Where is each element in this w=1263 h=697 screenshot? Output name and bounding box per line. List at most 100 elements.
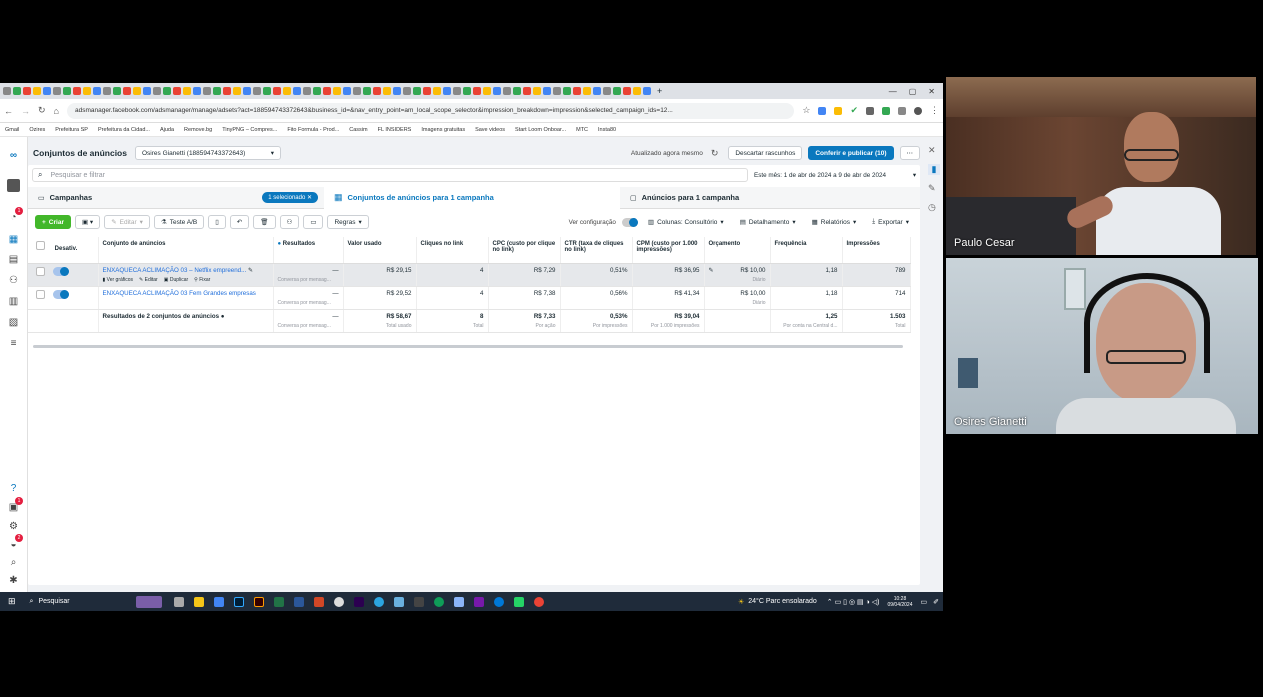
tab-icon[interactable] xyxy=(423,87,431,95)
bookmark-folder[interactable]: Save videos xyxy=(475,127,505,133)
adset-name-link[interactable]: ENXAQUECA ACLIMAÇÃO 03 Fem Grandes empre… xyxy=(103,290,256,297)
tab-icon[interactable] xyxy=(343,87,351,95)
tab-icon[interactable] xyxy=(403,87,411,95)
tab-icon[interactable] xyxy=(253,87,261,95)
task-view-icon[interactable] xyxy=(173,596,184,607)
bookmark[interactable]: Fito Formula - Prod... xyxy=(287,127,339,133)
column-header[interactable]: CPM (custo por 1.000 impressões) xyxy=(632,237,705,264)
column-header[interactable]: Impressões xyxy=(842,237,911,264)
pencil-icon[interactable]: ✎ xyxy=(709,267,714,274)
home-icon[interactable]: ⌂ xyxy=(54,106,59,116)
new-tab-icon[interactable]: + xyxy=(657,86,662,96)
illustrator-icon[interactable] xyxy=(253,596,264,607)
check-extension-icon[interactable]: ✔ xyxy=(850,105,858,116)
tab-icon[interactable] xyxy=(263,87,271,95)
excel-icon[interactable] xyxy=(273,596,284,607)
notification-center-icon[interactable]: ▭ xyxy=(921,598,928,606)
duplicate-dropdown[interactable]: ▣ ▾ xyxy=(74,215,101,229)
tab-icon[interactable] xyxy=(453,87,461,95)
tab-icon[interactable] xyxy=(503,87,511,95)
tab-icon[interactable] xyxy=(83,87,91,95)
tab-icon[interactable] xyxy=(233,87,241,95)
powerpoint-icon[interactable] xyxy=(313,596,324,607)
extension-icon[interactable] xyxy=(882,106,890,115)
tab-ads[interactable]: ▢ Anúncios para 1 campanha xyxy=(620,187,920,209)
pages-icon[interactable]: ▤ xyxy=(7,253,20,266)
account-selector[interactable]: Osires Gianetti (188594743372643) ▾ xyxy=(134,146,281,160)
bookmark[interactable]: Gmail xyxy=(5,127,19,133)
tab-icon[interactable] xyxy=(553,87,561,95)
browser-tab-strip[interactable]: + — ▢ ✕ xyxy=(0,83,943,99)
tab-icon[interactable] xyxy=(163,87,171,95)
discard-drafts-button[interactable]: Descartar rascunhos xyxy=(728,146,803,160)
tab-icon[interactable] xyxy=(603,87,611,95)
bookmark[interactable]: Remove.bg xyxy=(184,127,212,133)
tab-icon[interactable] xyxy=(523,87,531,95)
tab-icon[interactable] xyxy=(353,87,361,95)
app-icon[interactable] xyxy=(333,596,344,607)
adset-toggle[interactable] xyxy=(53,266,69,276)
notifications-icon[interactable]: ▣ 1 xyxy=(7,497,23,514)
tab-icon[interactable] xyxy=(223,87,231,95)
edit-link[interactable]: ✎ Editar xyxy=(139,277,158,283)
windows-start-icon[interactable]: ⊞ xyxy=(8,596,16,607)
column-header[interactable]: Desativ. xyxy=(28,237,99,264)
bookmark[interactable]: Start Loom Onboar... xyxy=(515,127,566,133)
tab-icon[interactable] xyxy=(643,87,651,95)
premiere-icon[interactable] xyxy=(353,596,364,607)
help-icon[interactable]: ? xyxy=(7,482,20,495)
column-header[interactable]: Orçamento xyxy=(704,237,771,264)
tab-icon[interactable] xyxy=(63,87,71,95)
tab-icon[interactable] xyxy=(3,87,11,95)
tab-icon[interactable] xyxy=(143,87,151,95)
tab-icon[interactable] xyxy=(393,87,401,95)
tab-icon[interactable] xyxy=(483,87,491,95)
star-icon[interactable]: ☆ xyxy=(802,105,810,116)
bookmark[interactable]: Prefeitura da Cidad... xyxy=(98,127,150,133)
file-explorer-icon[interactable] xyxy=(193,596,204,607)
word-icon[interactable] xyxy=(293,596,304,607)
system-tray-icons[interactable]: ⌃ ▭ ▯ ◎ ▤ ◑ ◁) xyxy=(827,598,880,606)
chart-icon[interactable]: ▮ xyxy=(928,164,940,175)
search-icon[interactable]: ⌕ xyxy=(7,556,20,569)
bookmark[interactable]: Prefeitura SP xyxy=(55,127,88,133)
tab-icon[interactable] xyxy=(533,87,541,95)
tab-icon[interactable] xyxy=(593,87,601,95)
tab-icon[interactable] xyxy=(323,87,331,95)
weather-widget[interactable]: ☀ 24°C Parc ensolarado xyxy=(738,598,817,606)
bookmark-folder[interactable]: Cassim xyxy=(349,127,367,133)
column-header[interactable]: CTR (taxa de cliques no link) xyxy=(560,237,633,264)
more-options-icon[interactable]: ⋯ xyxy=(899,146,920,160)
bookmark-folder[interactable]: Imagens gratuitas xyxy=(421,127,465,133)
rules-dropdown[interactable]: Regras ▾ xyxy=(327,215,369,229)
tab-icon[interactable] xyxy=(243,87,251,95)
alerts-icon[interactable]: ◔ 1 xyxy=(7,207,23,224)
tab-icon[interactable] xyxy=(93,87,101,95)
tab-icon[interactable] xyxy=(433,87,441,95)
maximize-icon[interactable]: ▢ xyxy=(909,87,917,96)
table-row[interactable]: ENXAQUECA ACLIMAÇÃO 03 – Netflix empreen… xyxy=(28,263,911,287)
ab-test-button[interactable]: ⚗ Teste A/B xyxy=(153,215,205,229)
tab-icon[interactable] xyxy=(293,87,301,95)
telegram-icon[interactable] xyxy=(373,596,384,607)
row-checkbox[interactable] xyxy=(36,266,45,276)
columns-dropdown[interactable]: ▥ Colunas: Consultório ▾ xyxy=(642,215,730,229)
info-icon[interactable]: ● xyxy=(221,313,225,320)
app-icon[interactable] xyxy=(433,596,444,607)
bookmark[interactable]: Ajuda xyxy=(160,127,174,133)
horizontal-scrollbar[interactable] xyxy=(33,345,903,348)
review-publish-button[interactable]: Conferir e publicar (10) xyxy=(808,146,894,160)
row-checkbox[interactable] xyxy=(36,289,45,299)
tab-icon[interactable] xyxy=(413,87,421,95)
tab-icon[interactable] xyxy=(303,87,311,95)
date-range-picker[interactable]: Este mês: 1 de abr de 2024 a 9 de abr de… xyxy=(754,168,916,182)
tab-icon[interactable] xyxy=(493,87,501,95)
undo-icon[interactable]: ↶ xyxy=(229,215,250,229)
tab-icon[interactable] xyxy=(13,87,21,95)
close-panel-icon[interactable]: ✕ xyxy=(928,145,940,156)
tab-icon[interactable] xyxy=(153,87,161,95)
column-header[interactable]: Conjunto de anúncios xyxy=(98,237,274,264)
tab-icon[interactable] xyxy=(283,87,291,95)
tab-icon[interactable] xyxy=(563,87,571,95)
close-icon[interactable]: ✕ xyxy=(307,195,312,201)
